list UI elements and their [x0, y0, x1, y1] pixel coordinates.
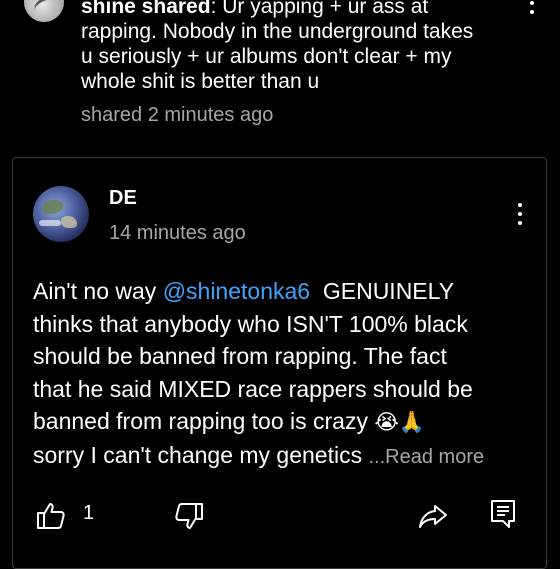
- shared-post-meta: shared 2 minutes ago: [81, 104, 274, 126]
- read-more-link[interactable]: ...Read more: [369, 446, 485, 468]
- comment-body: Ain't no way @shinetonka6 GENUINELY thin…: [33, 275, 533, 473]
- shared-post-line-4: whole shit is better than u: [81, 70, 320, 93]
- shared-post-text: shine shared: Ur yapping + ur ass at rap…: [81, 0, 521, 94]
- share-icon[interactable]: [417, 500, 449, 532]
- more-vert-icon[interactable]: [515, 203, 525, 233]
- comment-card: DE 14 minutes ago Ain't no way @shineton…: [12, 157, 547, 569]
- emoji: 😭🙏: [374, 410, 426, 434]
- thumbs-up-icon[interactable]: [35, 500, 67, 532]
- action-bar: 1: [13, 496, 546, 540]
- comment-timestamp: 14 minutes ago: [109, 222, 246, 244]
- comment-text: that he said MIXED race rappers should b…: [33, 375, 473, 402]
- comment-author[interactable]: DE: [109, 187, 137, 210]
- thumbs-down-icon[interactable]: [173, 500, 205, 532]
- more-vert-icon[interactable]: [527, 0, 537, 28]
- like-count: 1: [83, 502, 95, 524]
- shared-post: shine shared: Ur yapping + ur ass at rap…: [0, 0, 560, 150]
- comment-text: sorry I can't change my genetics: [33, 441, 369, 468]
- comment-text: banned from rapping too is crazy: [33, 408, 375, 434]
- comment-text: should be banned from rapping. The fact: [33, 343, 447, 369]
- shared-post-author[interactable]: shine shared: [81, 0, 211, 18]
- shared-post-line-3: u seriously + ur albums don't clear + my: [81, 45, 452, 68]
- shared-post-line-1: : Ur yapping + ur ass at: [210, 0, 429, 18]
- comment-text: thinks that anybody who ISN'T 100% black: [33, 310, 468, 337]
- avatar[interactable]: [24, 0, 64, 22]
- mention-link[interactable]: @shinetonka6: [163, 278, 310, 304]
- shared-post-line-2: rapping. Nobody in the underground takes: [81, 20, 474, 43]
- comment-icon[interactable]: [487, 498, 519, 530]
- comment-text: GENUINELY: [310, 278, 455, 304]
- comment-text: Ain't no way: [33, 278, 163, 304]
- avatar[interactable]: [33, 186, 89, 242]
